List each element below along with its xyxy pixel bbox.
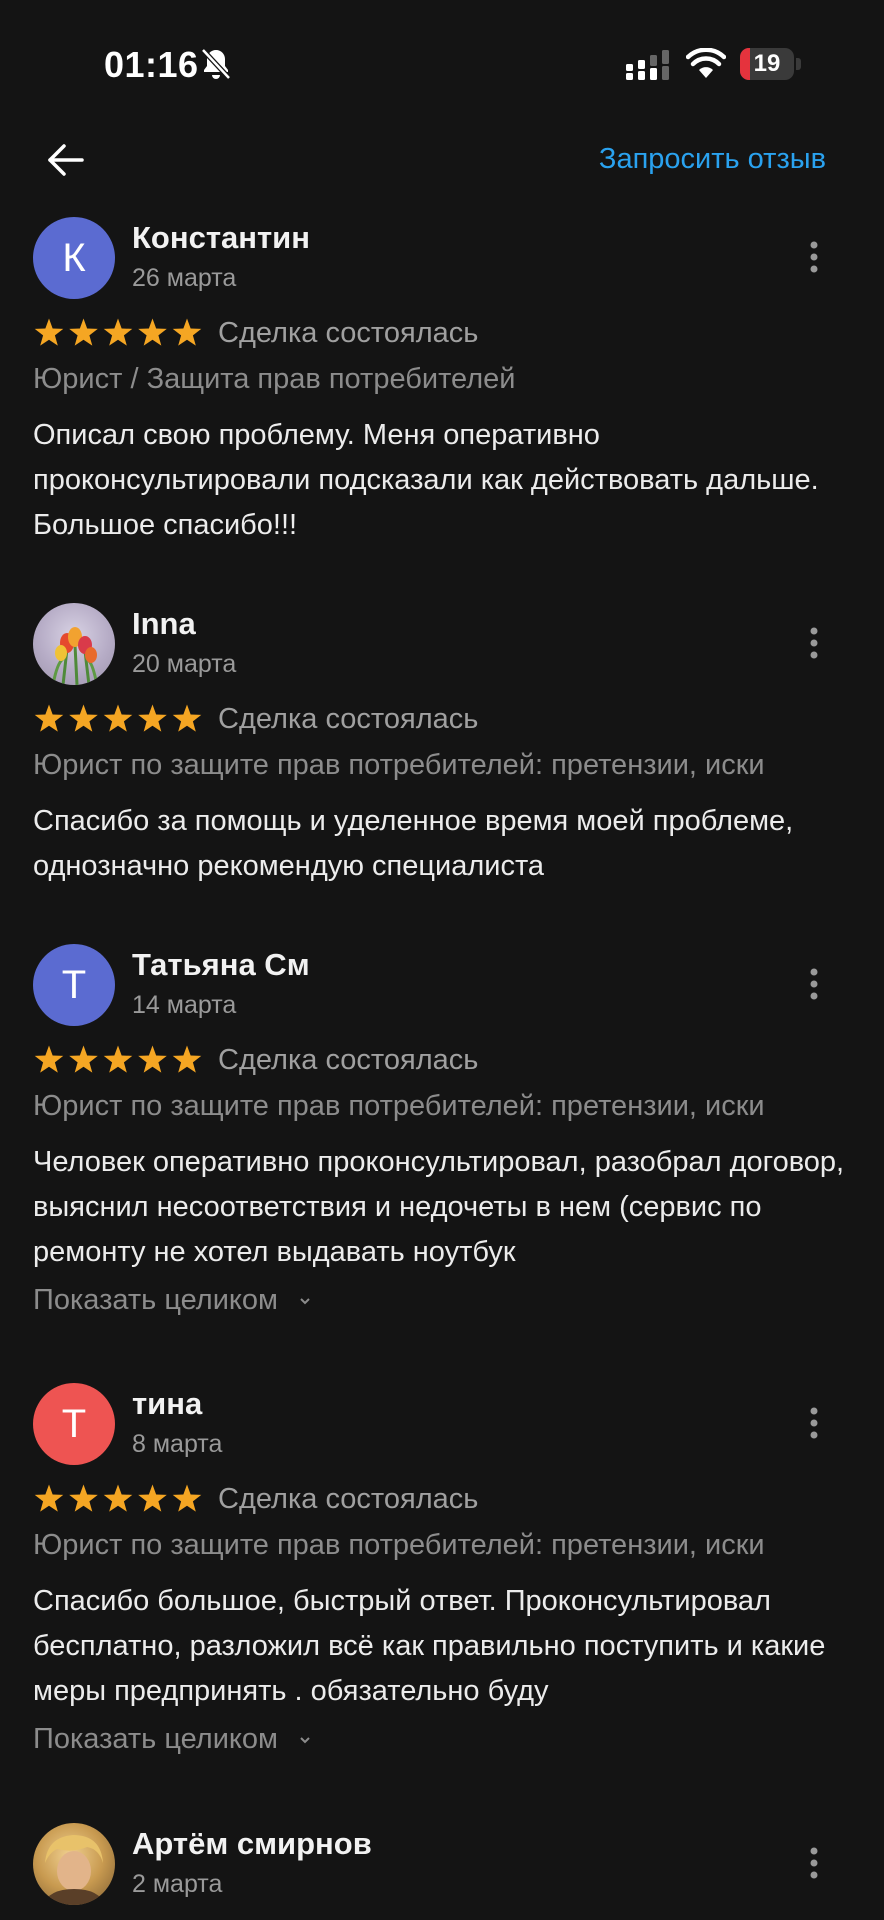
- more-options-icon[interactable]: [804, 1405, 824, 1441]
- avatar[interactable]: К: [33, 217, 115, 299]
- show-more-link[interactable]: Показать целиком: [33, 1723, 312, 1756]
- signal-icon: [626, 50, 669, 80]
- battery-level: 19: [753, 50, 781, 77]
- request-review-link[interactable]: Запросить отзыв: [599, 143, 826, 176]
- more-options-icon[interactable]: [804, 1845, 824, 1881]
- review-date: 26 марта: [132, 264, 237, 292]
- star-icon: [138, 1045, 167, 1073]
- star-icon: [138, 1484, 167, 1512]
- portrait-avatar-image: [43, 1835, 105, 1905]
- avatar[interactable]: [33, 1823, 115, 1905]
- reviewer-name[interactable]: Inna: [132, 606, 196, 642]
- avatar[interactable]: Т: [33, 1383, 115, 1465]
- service-category: Юрист по защите прав потребителей: прете…: [33, 1090, 765, 1122]
- wifi-icon: [686, 48, 726, 78]
- reviewer-name[interactable]: Артём смирнов: [132, 1826, 372, 1862]
- avatar[interactable]: [33, 603, 115, 685]
- deal-status: Сделка состоялась: [218, 1483, 479, 1515]
- review-date: 2 марта: [132, 1870, 223, 1898]
- avatar[interactable]: Т: [33, 944, 115, 1026]
- more-options-icon[interactable]: [804, 966, 824, 1002]
- back-arrow-icon[interactable]: [44, 138, 88, 182]
- battery-icon: 19: [740, 48, 802, 80]
- star-rating: [34, 1045, 202, 1073]
- avatar-letter: К: [62, 236, 86, 280]
- deal-status: Сделка состоялась: [218, 317, 479, 349]
- review-date: 20 марта: [132, 650, 237, 678]
- reviewer-name[interactable]: Константин: [132, 220, 310, 256]
- star-icon: [138, 704, 167, 732]
- review-text: Описал свою проблему. Меня оперативно пр…: [33, 419, 819, 541]
- star-rating: [34, 318, 202, 346]
- service-category: Юрист по защите прав потребителей: прете…: [33, 1529, 765, 1561]
- show-more-label: Показать целиком: [33, 1723, 278, 1755]
- star-icon: [103, 1045, 133, 1073]
- review-text: Спасибо большое, быстрый ответ. Проконсу…: [33, 1585, 826, 1707]
- show-more-label: Показать целиком: [33, 1284, 278, 1316]
- status-bar: 01:16 19: [0, 0, 884, 130]
- status-time: 01:16: [104, 44, 199, 85]
- star-icon: [103, 318, 133, 346]
- star-icon: [69, 1484, 98, 1512]
- star-icon: [172, 1045, 202, 1073]
- review-text: Спасибо за помощь и уделенное время моей…: [33, 805, 794, 882]
- star-icon: [69, 1045, 98, 1073]
- chevron-down-icon: [300, 1737, 310, 1744]
- reviewer-name[interactable]: Татьяна См: [132, 947, 310, 983]
- star-icon: [172, 1484, 202, 1512]
- chevron-down-icon: [300, 1298, 310, 1305]
- star-icon: [69, 704, 98, 732]
- star-icon: [34, 1484, 64, 1512]
- star-icon: [69, 318, 98, 346]
- service-category: Юрист / Защита прав потребителей: [33, 363, 516, 395]
- bell-off-icon: [201, 48, 231, 80]
- show-more-link[interactable]: Показать целиком: [33, 1284, 312, 1317]
- more-options-icon[interactable]: [804, 239, 824, 275]
- star-rating: [34, 1484, 202, 1512]
- star-icon: [34, 318, 64, 346]
- avatar-letter: Т: [61, 963, 87, 1007]
- review-date: 8 марта: [132, 1430, 223, 1458]
- star-icon: [103, 704, 133, 732]
- reviewer-name[interactable]: тина: [132, 1386, 202, 1422]
- tulips-avatar-image: [51, 627, 99, 685]
- deal-status: Сделка состоялась: [218, 703, 479, 735]
- star-rating: [34, 704, 202, 732]
- review-date: 14 марта: [132, 991, 237, 1019]
- star-icon: [34, 704, 64, 732]
- star-icon: [172, 704, 202, 732]
- service-category: Юрист по защите прав потребителей: прете…: [33, 749, 765, 781]
- star-icon: [172, 318, 202, 346]
- star-icon: [34, 1045, 64, 1073]
- deal-status: Сделка состоялась: [218, 1044, 479, 1076]
- more-options-icon[interactable]: [804, 625, 824, 661]
- star-icon: [103, 1484, 133, 1512]
- avatar-letter: Т: [61, 1402, 87, 1446]
- star-icon: [138, 318, 167, 346]
- review-text: Человек оперативно проконсультировал, ра…: [33, 1146, 845, 1268]
